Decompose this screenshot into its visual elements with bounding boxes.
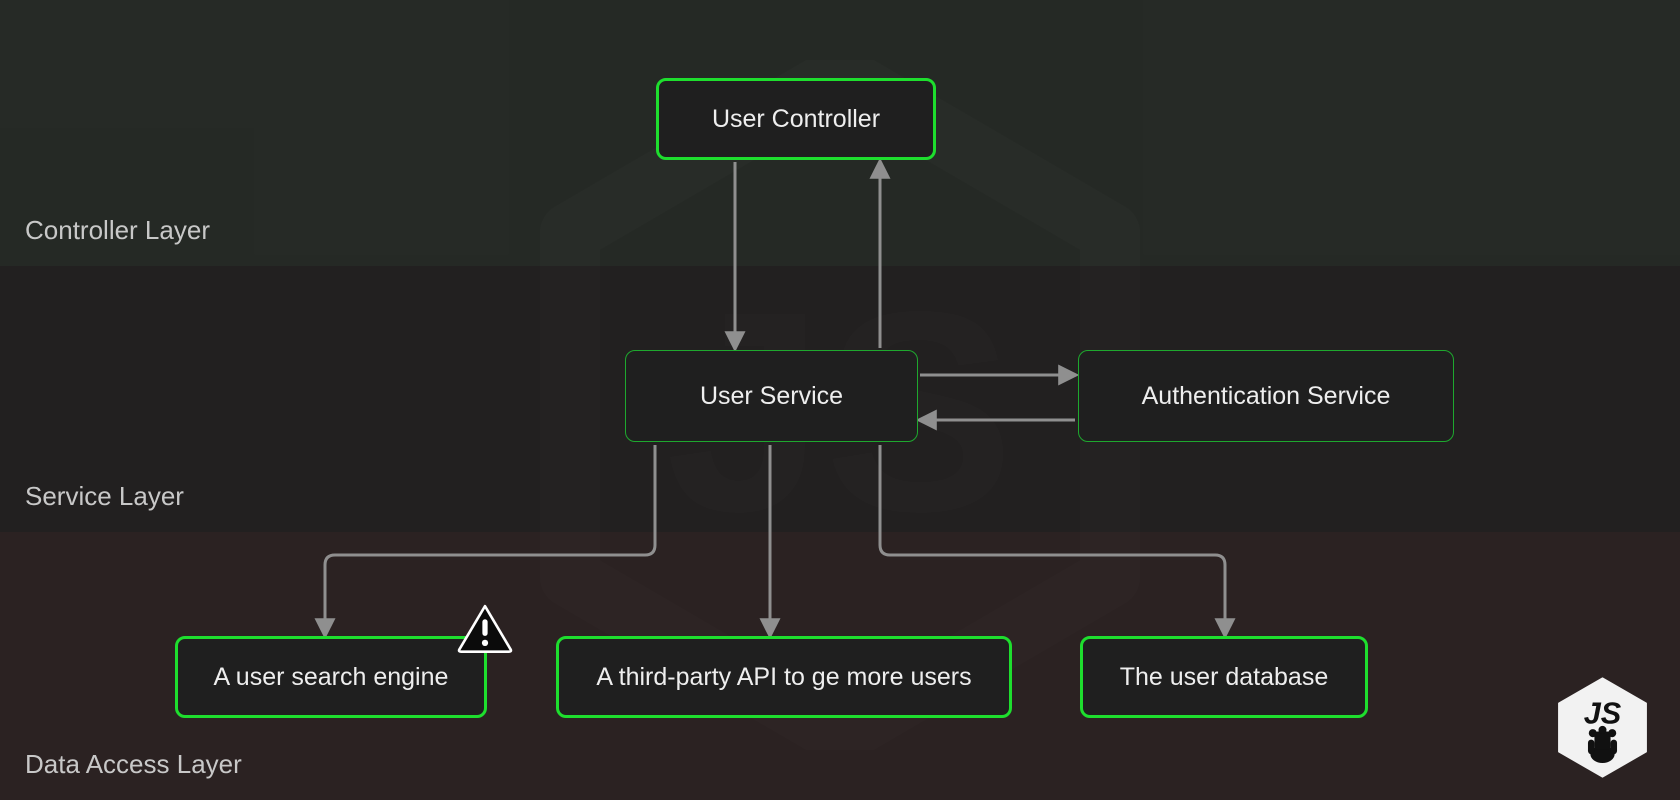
diagram-stage: JS Controller Layer Service Layer Data A… [0,0,1680,800]
warning-icon [457,603,513,653]
service-layer-label: Service Layer [25,481,184,512]
node-label: Authentication Service [1142,382,1391,411]
node-label: User Service [700,382,843,411]
node-label: The user database [1120,663,1328,692]
node-label: User Controller [712,105,880,134]
svg-text:JS: JS [1584,695,1622,730]
node-label: A user search engine [214,663,449,692]
node-auth-service: Authentication Service [1078,350,1454,442]
node-user-controller: User Controller [656,78,936,160]
node-user-database: The user database [1080,636,1368,718]
data-layer-label: Data Access Layer [25,749,242,780]
controller-layer-label: Controller Layer [25,215,210,246]
node-search-engine: A user search engine [175,636,487,718]
node-label: A third-party API to ge more users [596,663,971,692]
node-user-service: User Service [625,350,918,442]
node-third-party-api: A third-party API to ge more users [556,636,1012,718]
nodejs-logo-icon: JS [1550,675,1655,780]
